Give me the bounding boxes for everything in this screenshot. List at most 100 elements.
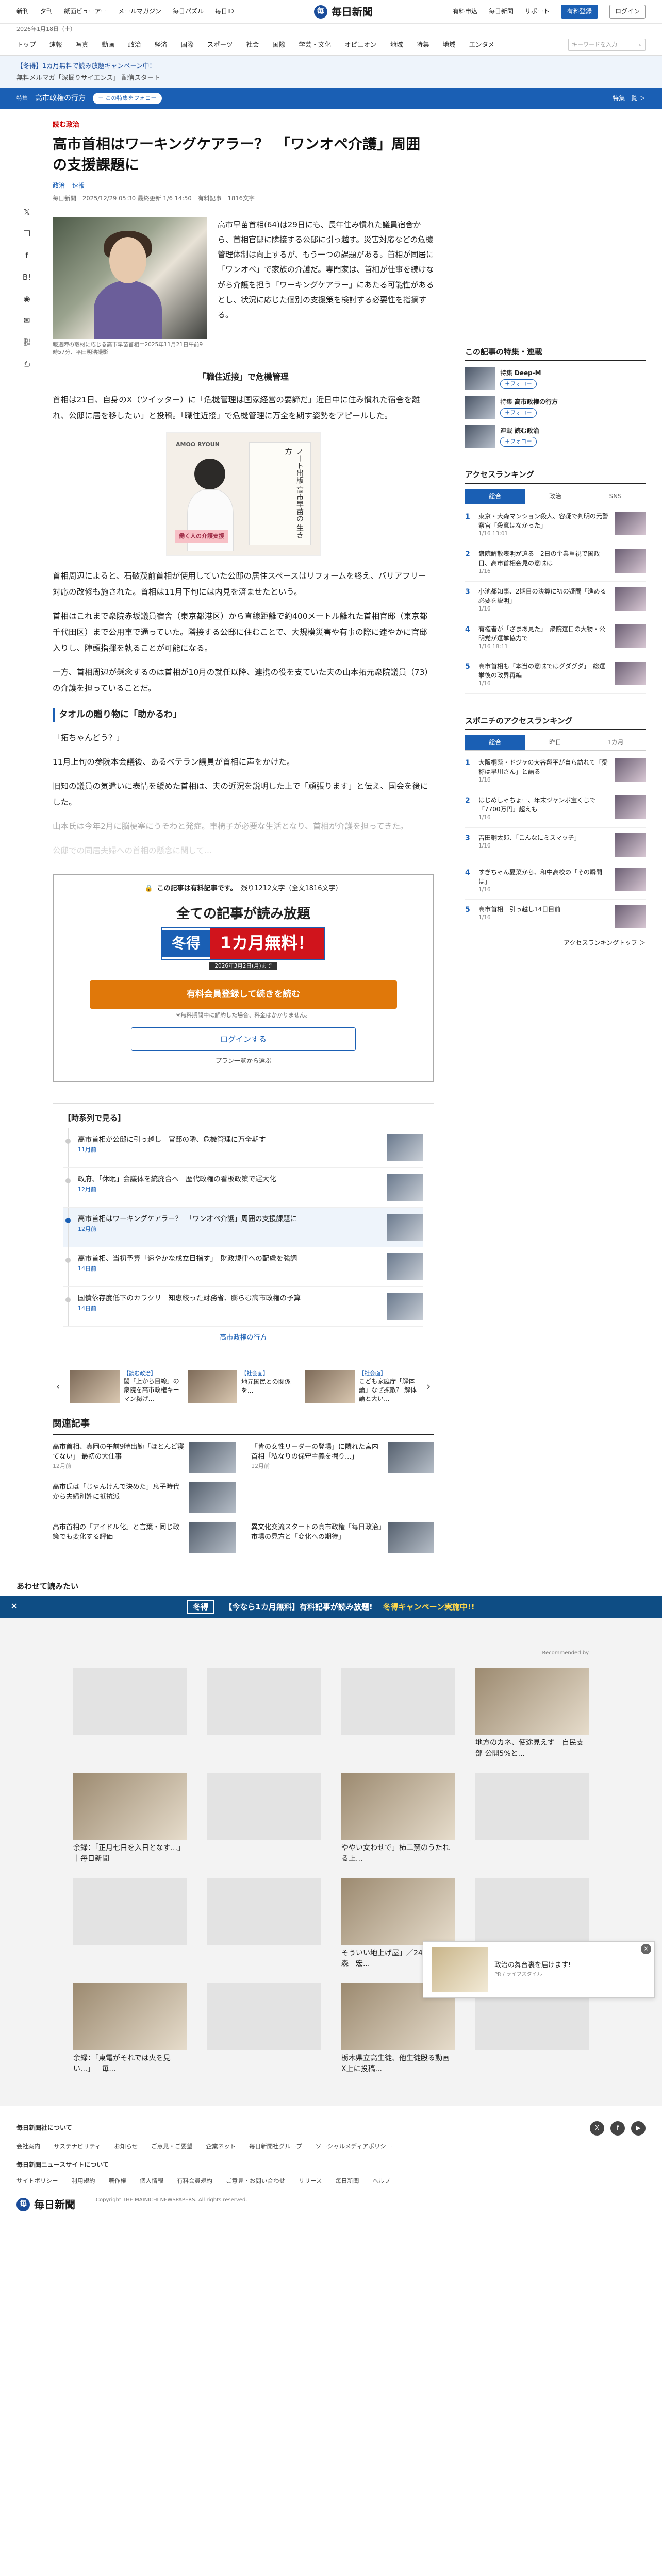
footer-link[interactable]: 著作権 bbox=[109, 2176, 127, 2185]
recommend-card[interactable] bbox=[341, 1667, 455, 1759]
timeline-item[interactable]: 高市首相が公邸に引っ越し 官邸の隣、危機管理に万全期す 11月前 bbox=[63, 1128, 423, 1168]
ranking-item[interactable]: 2 衆院解散表明が迫る 2日の企業重視で国政日、高市首相会見の意味は 1/16 bbox=[465, 544, 646, 582]
article-label[interactable]: 読む政治 bbox=[53, 120, 434, 131]
top-link[interactable]: 毎日ID bbox=[215, 7, 234, 16]
tab-ranking2[interactable]: 昨日 bbox=[525, 735, 586, 750]
footer-link[interactable]: 利用規約 bbox=[72, 2176, 95, 2185]
topic-item[interactable]: 連載 読む政治 ＋フォロー bbox=[465, 425, 646, 448]
recommend-card[interactable] bbox=[207, 1982, 321, 2075]
timeline-more-link[interactable]: 高市政権の行方 bbox=[63, 1333, 423, 1344]
nav-item[interactable]: 地域 bbox=[442, 40, 455, 50]
nav-item[interactable]: 経済 bbox=[155, 40, 168, 50]
ranking2-item[interactable]: 4 すぎちゃん夏菜から、和中高校の「その瞬間は」 1/16 bbox=[465, 862, 646, 900]
tab-ranking2[interactable]: 1カ月 bbox=[585, 735, 646, 750]
footer-link[interactable]: ご意見・お問い合わせ bbox=[226, 2176, 285, 2185]
topic-list-link[interactable]: 特集一覧 ＞ bbox=[613, 94, 646, 104]
tab-ranking[interactable]: 総合 bbox=[465, 489, 525, 504]
footer-link[interactable]: ご意見・ご要望 bbox=[151, 2142, 193, 2151]
recommend-card[interactable] bbox=[475, 1772, 589, 1865]
recommend-card[interactable] bbox=[207, 1877, 321, 1970]
campaign-bar[interactable]: × 冬得 【今なら1カ月無料】有料記事が読み放題! 冬得キャンペーン実施中!! bbox=[0, 1595, 662, 1618]
recommend-card[interactable] bbox=[207, 1772, 321, 1865]
chevron-left-icon[interactable]: ‹ bbox=[53, 1378, 64, 1395]
follow-button[interactable]: ＋フォロー bbox=[500, 408, 537, 418]
timeline-item[interactable]: 高市首相、当初予算「速やかな成立目指す」 財政規律への配慮を強調 14日前 bbox=[63, 1247, 423, 1287]
top-link[interactable]: メールマガジン bbox=[118, 7, 161, 16]
facebook-icon[interactable]: f bbox=[610, 2121, 625, 2136]
nav-item[interactable]: 地域 bbox=[390, 40, 403, 50]
footer-link[interactable]: 毎日新聞 bbox=[335, 2176, 359, 2185]
print-icon[interactable]: ⎙ bbox=[21, 358, 32, 369]
line-icon[interactable]: ◉ bbox=[21, 293, 32, 304]
nav-item[interactable]: 特集 bbox=[416, 40, 429, 50]
recommend-card[interactable]: ややい女わせで」柿二窯のうたれる上... bbox=[341, 1772, 455, 1865]
ranking-more-link[interactable]: アクセスランキングトップ ＞ bbox=[465, 938, 646, 948]
search-input[interactable]: キーワードを入力 ⌕ bbox=[568, 39, 646, 52]
timeline-item[interactable]: 国債依存度低下のカラクリ 知恵絞った財務省、膨らむ高市政権の予算 14日前 bbox=[63, 1286, 423, 1327]
login-button[interactable]: ログイン bbox=[609, 4, 646, 19]
topic-item[interactable]: 特集 Deep-M ＋フォロー bbox=[465, 367, 646, 391]
footer-link[interactable]: 企業ネット bbox=[206, 2142, 236, 2151]
register-cta-button[interactable]: 有料会員登録して続きを読む bbox=[90, 980, 397, 1009]
footer-link[interactable]: サステナビリティ bbox=[54, 2142, 101, 2151]
nav-item[interactable]: 国際 bbox=[181, 40, 194, 50]
recommend-card[interactable] bbox=[73, 1667, 187, 1759]
footer-link[interactable]: 毎日新聞社グループ bbox=[249, 2142, 302, 2151]
paywall-login-button[interactable]: ログインする bbox=[131, 1027, 356, 1051]
promo-line[interactable]: 無料メルマガ「深掘りサイエンス」 配信スタート bbox=[16, 72, 646, 84]
facebook-icon[interactable]: f bbox=[21, 250, 32, 261]
recommend-card[interactable]: 余録：「東電がそれでは火を見い...」｜毎... bbox=[73, 1982, 187, 2075]
top-link[interactable]: 有料申込 bbox=[453, 7, 477, 16]
topic-item[interactable]: 特集 高市政権の行方 ＋フォロー bbox=[465, 396, 646, 419]
follow-button[interactable]: ＋フォロー bbox=[500, 437, 537, 447]
search-icon[interactable]: ⌕ bbox=[639, 40, 642, 49]
nav-item[interactable]: スポーツ bbox=[207, 40, 233, 50]
nav-item[interactable]: エンタメ bbox=[469, 40, 494, 50]
footer-link[interactable]: 個人情報 bbox=[140, 2176, 163, 2185]
plan-list-link[interactable]: プラン一覧から選ぶ bbox=[69, 1056, 418, 1066]
tab-ranking[interactable]: 政治 bbox=[525, 489, 586, 504]
link-icon[interactable]: ⛓ bbox=[21, 336, 32, 348]
related-item[interactable]: 高市首相の「アイドル化」と言葉・同じ政策でも変化する評価 bbox=[53, 1522, 236, 1553]
follow-topic-button[interactable]: ＋ この特集をフォロー bbox=[93, 93, 162, 104]
floating-ad[interactable]: 政治の舞台裏を届けます! PR / ライフスタイル × bbox=[423, 1941, 655, 1998]
nav-item[interactable]: 政治 bbox=[128, 40, 141, 50]
related-item[interactable]: 高市氏は「じゃんけんで決めた」息子時代から夫婦別姓に抵抗派 bbox=[53, 1482, 236, 1513]
footer-link[interactable]: ヘルプ bbox=[372, 2176, 390, 2185]
carousel-item[interactable]: 【読む政治】 閣「上から目線」の衆院を高市政権キーマン掲げ... bbox=[70, 1369, 181, 1403]
close-icon[interactable]: × bbox=[641, 1944, 651, 1954]
footer-link[interactable]: ソーシャルメディアポリシー bbox=[316, 2142, 392, 2151]
nav-item[interactable]: トップ bbox=[16, 40, 36, 50]
site-logo[interactable]: 毎 毎日新聞 bbox=[313, 4, 373, 20]
ranking2-item[interactable]: 3 吉田鋼太郎、「こんなにミスマッチ」 1/16 bbox=[465, 828, 646, 862]
nav-item[interactable]: 速報 bbox=[49, 40, 62, 50]
top-link[interactable]: 紙面ビューアー bbox=[64, 7, 107, 16]
carousel-item[interactable]: 【社会面】 地元国民との関係を... bbox=[187, 1370, 299, 1403]
related-item[interactable]: 異文化交流スタートの高市政権「毎日政治」市場の見方と「変化への期待」 bbox=[251, 1522, 434, 1553]
follow-button[interactable]: ＋フォロー bbox=[500, 379, 537, 389]
youtube-icon[interactable]: ▶ bbox=[631, 2121, 646, 2136]
ranking2-item[interactable]: 5 高市首相 引っ越し14日目前 1/16 bbox=[465, 900, 646, 935]
ranking-item[interactable]: 5 高市首相も「本当の意味ではグダグダ」 総選挙後の政界再編 1/16 bbox=[465, 656, 646, 694]
ranking2-item[interactable]: 1 大阪桐蔭・ドジャの大谷翔平が自ら訪れて「愛称は早川さん」と語る 1/16 bbox=[465, 753, 646, 790]
tab-ranking2[interactable]: 総合 bbox=[465, 735, 525, 751]
subscribe-button[interactable]: 有料登録 bbox=[560, 4, 598, 19]
ranking-item[interactable]: 4 有権者が「ざまあ見た」 衆院選日の大物・公明党が選挙協力で 1/16 18:11 bbox=[465, 619, 646, 657]
hatena-icon[interactable]: B! bbox=[21, 272, 32, 283]
nav-item[interactable]: オピニオン bbox=[344, 40, 377, 50]
bookmark-icon[interactable]: ❐ bbox=[21, 228, 32, 240]
footer-link[interactable]: お知らせ bbox=[114, 2142, 138, 2151]
chevron-right-icon[interactable]: › bbox=[423, 1378, 434, 1395]
mail-icon[interactable]: ✉ bbox=[21, 315, 32, 326]
nav-item[interactable]: 国際 bbox=[272, 40, 285, 50]
recommend-card[interactable] bbox=[207, 1667, 321, 1759]
related-item[interactable]: 「皆の女性リーダーの登場」に隣れた宮内首相「私なりの保守主義を掘り...」 12… bbox=[251, 1442, 434, 1473]
ranking-item[interactable]: 3 小池都知事、2期目の決算に初の疑問「進める必要を説明」 1/16 bbox=[465, 582, 646, 619]
top-link[interactable]: 毎日新聞 bbox=[489, 7, 514, 16]
top-link[interactable]: サポート bbox=[525, 7, 550, 16]
embedded-image[interactable]: AMOO RYOUN ノート出版 高市早苗の 生き方 働く人の介護支援 bbox=[166, 432, 321, 556]
top-link[interactable]: 新刊 bbox=[16, 7, 29, 16]
top-link[interactable]: 毎日パズル bbox=[173, 7, 204, 16]
top-link[interactable]: 夕刊 bbox=[40, 7, 53, 16]
recommend-card[interactable] bbox=[73, 1877, 187, 1970]
